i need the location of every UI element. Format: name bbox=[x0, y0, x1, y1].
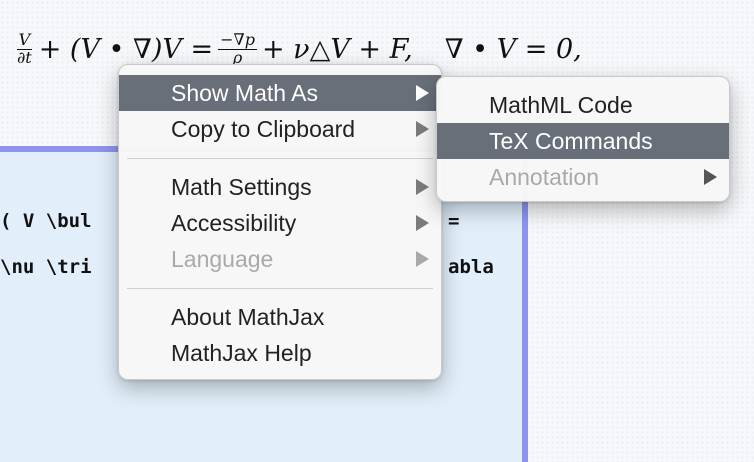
menu-item-copy-to-clipboard[interactable]: Copy to Clipboard bbox=[119, 111, 441, 147]
tex-source-line-2: \nu \tri bbox=[0, 256, 92, 278]
menu-item-about-mathjax[interactable]: About MathJax bbox=[119, 299, 441, 335]
fraction-denominator: ∂t bbox=[17, 47, 32, 67]
menu-item-label: TeX Commands bbox=[489, 127, 653, 154]
submenu-arrow-icon bbox=[416, 215, 429, 231]
menu-item-annotation: Annotation bbox=[437, 159, 729, 195]
menu-item-show-math-as[interactable]: Show Math As bbox=[119, 75, 441, 111]
menu-item-accessibility[interactable]: Accessibility bbox=[119, 205, 441, 241]
fraction-numerator: V bbox=[16, 29, 33, 50]
menu-item-math-settings[interactable]: Math Settings bbox=[119, 169, 441, 205]
equation-continuity: ∇ • V = 0, bbox=[444, 33, 582, 65]
menu-item-tex-commands[interactable]: TeX Commands bbox=[437, 123, 729, 159]
submenu-arrow-icon bbox=[416, 121, 429, 137]
menu-item-label: Copy to Clipboard bbox=[171, 115, 356, 142]
mathjax-context-menu: Show Math As Copy to Clipboard Math Sett… bbox=[118, 64, 442, 380]
submenu-arrow-icon bbox=[416, 85, 429, 101]
equation-convection-term: + (V • ∇)V = bbox=[38, 33, 214, 65]
menu-item-language: Language bbox=[119, 241, 441, 277]
submenu-arrow-icon bbox=[416, 179, 429, 195]
menu-item-label: Show Math As bbox=[171, 79, 319, 106]
equation-viscous-term: + ν△V + F, bbox=[261, 33, 413, 65]
menu-item-label: Language bbox=[171, 245, 274, 272]
menu-item-label: MathJax Help bbox=[171, 339, 312, 366]
submenu-arrow-icon bbox=[416, 251, 429, 267]
tex-source-line-1: ( V \bul bbox=[0, 210, 92, 232]
fraction-pressure-gradient: −∇p ρ bbox=[218, 29, 257, 67]
menu-item-label: About MathJax bbox=[171, 303, 325, 330]
show-math-as-submenu: MathML Code TeX Commands Annotation bbox=[436, 76, 730, 202]
menu-item-mathjax-help[interactable]: MathJax Help bbox=[119, 335, 441, 371]
menu-item-label: Accessibility bbox=[171, 209, 297, 236]
fraction-v-over-dt: V ∂t bbox=[15, 29, 34, 67]
menu-item-mathml-code[interactable]: MathML Code bbox=[437, 87, 729, 123]
menu-separator bbox=[127, 288, 433, 289]
tex-source-line-2-end: abla bbox=[448, 256, 494, 278]
submenu-arrow-icon bbox=[704, 169, 717, 185]
tex-source-line-1-end: = bbox=[448, 210, 460, 232]
fraction-numerator: −∇p bbox=[218, 29, 257, 50]
menu-separator bbox=[127, 158, 433, 159]
menu-item-label: Math Settings bbox=[171, 173, 312, 200]
menu-item-label: MathML Code bbox=[489, 91, 633, 118]
menu-item-label: Annotation bbox=[489, 163, 599, 190]
